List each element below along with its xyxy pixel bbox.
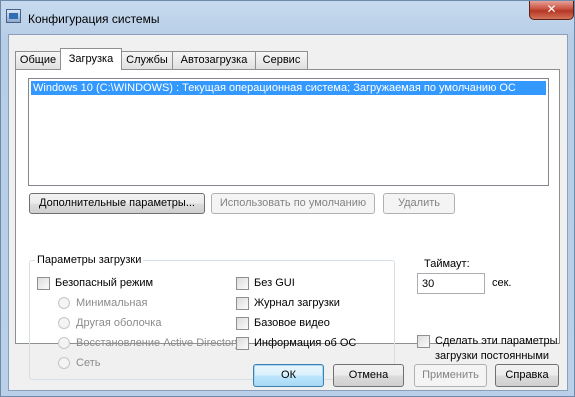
timeout-label: Таймаут: [424, 258, 470, 270]
tab-general[interactable]: Общие [15, 51, 61, 69]
radio-ad-repair-label: Восстановление Active Directory [76, 337, 241, 349]
make-permanent-label-line2: загрузки постоянными [435, 350, 550, 362]
window-title: Конфигурация системы [28, 12, 160, 26]
base-video-label: Базовое видео [254, 317, 330, 329]
ok-button[interactable]: ОК [253, 364, 324, 387]
help-button[interactable]: Справка [495, 364, 559, 387]
checkbox-box[interactable] [236, 317, 249, 330]
radio-alternate-shell-label: Другая оболочка [76, 317, 162, 329]
msconfig-icon [6, 9, 21, 23]
radio-dot[interactable] [58, 317, 70, 329]
tab-boot[interactable]: Загрузка [60, 48, 122, 70]
apply-button[interactable]: Применить [414, 364, 487, 387]
checkbox-box[interactable] [236, 337, 249, 350]
set-default-button[interactable]: Использовать по умолчанию [211, 193, 375, 214]
tab-tools[interactable]: Сервис [255, 51, 308, 69]
radio-dot[interactable] [58, 297, 70, 309]
timeout-unit: сек. [492, 277, 512, 289]
boot-options-legend: Параметры загрузки [35, 254, 144, 266]
tab-startup[interactable]: Автозагрузка [172, 51, 256, 69]
boot-tab-panel: Windows 10 (C:\WINDOWS) : Текущая операц… [15, 69, 560, 380]
close-button[interactable]: ✕ [529, 1, 574, 20]
title-bar[interactable]: Конфигурация системы ✕ [1, 1, 575, 33]
tab-services[interactable]: Службы [121, 51, 173, 69]
checkbox-box[interactable] [236, 277, 249, 290]
boot-options-group: Параметры загрузки Безопасный режим Мини… [29, 254, 395, 380]
radio-minimal-label: Минимальная [76, 297, 148, 309]
radio-network-label: Сеть [76, 357, 101, 369]
os-info-label: Информация об ОС [254, 337, 357, 349]
checkbox-box[interactable] [417, 335, 430, 348]
delete-button[interactable]: Удалить [383, 193, 455, 214]
dialog-client-area: Общие Загрузка Службы Автозагрузка Серви… [8, 34, 568, 391]
boot-entries-list[interactable]: Windows 10 (C:\WINDOWS) : Текущая операц… [28, 78, 549, 186]
system-configuration-window: Конфигурация системы ✕ Общие Загрузка Сл… [0, 0, 575, 397]
safe-boot-label: Безопасный режим [55, 277, 154, 289]
radio-dot[interactable] [58, 357, 70, 369]
advanced-options-button[interactable]: Дополнительные параметры... [29, 193, 205, 214]
timeout-input[interactable] [417, 273, 485, 294]
checkbox-box[interactable] [236, 297, 249, 310]
no-gui-label: Без GUI [254, 277, 295, 289]
checkbox-box[interactable] [37, 277, 50, 290]
make-permanent-label-line1: Сделать эти параметры [435, 335, 558, 347]
boot-log-label: Журнал загрузки [254, 297, 340, 309]
boot-entry-selected[interactable]: Windows 10 (C:\WINDOWS) : Текущая операц… [31, 81, 546, 95]
radio-dot[interactable] [58, 337, 70, 349]
cancel-button[interactable]: Отмена [333, 364, 404, 387]
